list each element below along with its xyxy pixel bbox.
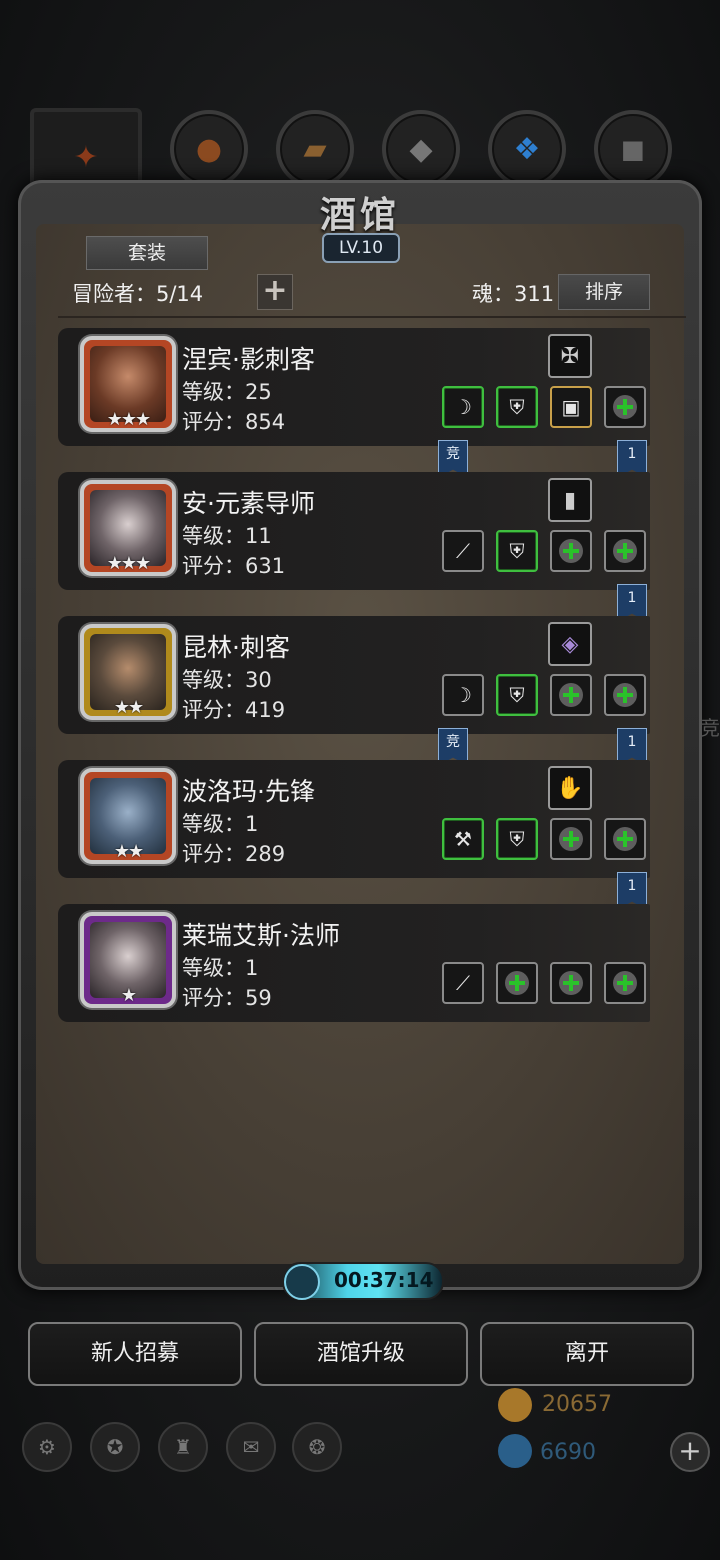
wood-plank-icon: ▰ bbox=[303, 131, 327, 167]
hero-name: 莱瑞艾斯·法师 bbox=[182, 921, 340, 950]
adventurer-count: 冒险者：5/14 bbox=[72, 282, 204, 306]
tab-leather[interactable]: ● bbox=[170, 110, 248, 188]
suit-button[interactable]: 套装 bbox=[86, 236, 208, 270]
hero-stars: ★★ bbox=[113, 841, 144, 862]
hero-name: 涅宾·影刺客 bbox=[182, 345, 315, 374]
weapon-curved-blade-icon[interactable]: ☽ bbox=[442, 386, 484, 428]
leave-button[interactable]: 离开 bbox=[480, 1322, 694, 1386]
gold-coin-icon bbox=[498, 1388, 532, 1422]
hero-card[interactable]: ★★ 昆林·刺客 等级：30 评分：419 ◈ ☽ ⛨ bbox=[58, 616, 650, 734]
tab-stone[interactable]: ◼ bbox=[594, 110, 672, 188]
gold-amount: 20657 bbox=[542, 1392, 612, 1417]
divider bbox=[58, 316, 686, 318]
empty-slot-add-icon[interactable] bbox=[604, 962, 646, 1004]
hero-name: 安·元素导师 bbox=[182, 489, 315, 518]
hero-name: 波洛玛·先锋 bbox=[182, 777, 315, 806]
refresh-timer: 00:37:14 bbox=[282, 1262, 444, 1300]
hero-stars: ★★★ bbox=[106, 409, 151, 430]
weapon-curved-blade-icon[interactable]: ☽ bbox=[442, 674, 484, 716]
leather-armor-icon[interactable]: ⛨ bbox=[496, 818, 538, 860]
skill-crest-icon[interactable]: ✠ bbox=[548, 334, 592, 378]
hero-portrait[interactable]: ★ bbox=[80, 912, 176, 1008]
iron-ingot-icon: ◆ bbox=[409, 131, 433, 167]
settings-gear-icon[interactable]: ⚙ bbox=[22, 1422, 72, 1472]
hero-level: 等级：30 bbox=[182, 668, 272, 692]
stone-icon: ◼ bbox=[620, 131, 646, 167]
armor-icon[interactable]: ⛨ bbox=[496, 386, 538, 428]
clock-icon bbox=[284, 1264, 320, 1300]
gem-icon bbox=[498, 1434, 532, 1468]
soul-count: 魂：311 bbox=[472, 282, 555, 306]
shop-icon[interactable]: ❂ bbox=[292, 1422, 342, 1472]
hero-card[interactable]: ★★ 波洛玛·先锋 等级：1 评分：289 ✋ ⚒ ⛨ bbox=[58, 760, 650, 878]
gem-crystal-icon[interactable]: ◈ bbox=[548, 622, 592, 666]
hero-name: 昆林·刺客 bbox=[182, 633, 290, 662]
hero-card[interactable]: ★★★ 安·元素导师 等级：11 评分：631 ▮ ⟋ ⛨ bbox=[58, 472, 650, 590]
chest-accessory-icon[interactable]: ▣ bbox=[550, 386, 592, 428]
hero-score: 评分：631 bbox=[182, 554, 286, 578]
timer-text: 00:37:14 bbox=[334, 1268, 434, 1292]
empty-slot-add-icon[interactable] bbox=[550, 530, 592, 572]
hero-score: 评分：59 bbox=[182, 986, 272, 1010]
empty-slot-add-icon[interactable] bbox=[604, 386, 646, 428]
sort-button[interactable]: 排序 bbox=[558, 274, 650, 310]
equipment-row: ⟋ ⛨ bbox=[442, 530, 648, 574]
equipment-row: ☽ ⛨ ▣ bbox=[442, 386, 648, 430]
hero-portrait[interactable]: ★★ bbox=[80, 624, 176, 720]
hero-score: 评分：419 bbox=[182, 698, 286, 722]
hero-stars: ★★ bbox=[113, 697, 144, 718]
guild-icon[interactable]: ♜ bbox=[158, 1422, 208, 1472]
staff-empty-icon[interactable]: ⟋ bbox=[442, 962, 484, 1004]
hero-portrait[interactable]: ★★ bbox=[80, 768, 176, 864]
hero-stars: ★★★ bbox=[106, 553, 151, 574]
leather-icon: ● bbox=[195, 131, 223, 167]
tab-crystal[interactable]: ❖ bbox=[488, 110, 566, 188]
hero-level: 等级：25 bbox=[182, 380, 272, 404]
staff-empty-icon[interactable]: ⟋ bbox=[442, 530, 484, 572]
hero-portrait[interactable]: ★★★ bbox=[80, 480, 176, 576]
equipment-row: ⟋ bbox=[442, 962, 648, 1006]
armor-empty-add-icon[interactable] bbox=[496, 962, 538, 1004]
hero-level: 等级：1 bbox=[182, 812, 259, 836]
side-arena-label: 竞 bbox=[700, 716, 720, 740]
empty-slot-add-icon[interactable] bbox=[604, 674, 646, 716]
gem-amount: 6690 bbox=[540, 1440, 596, 1465]
mail-icon[interactable]: ✉ bbox=[226, 1422, 276, 1472]
hero-card[interactable]: ★★★ 涅宾·影刺客 等级：25 评分：854 ✠ ☽ ⛨ ▣ bbox=[58, 328, 650, 446]
axe-icon[interactable]: ⚒ bbox=[442, 818, 484, 860]
tab-iron[interactable]: ◆ bbox=[382, 110, 460, 188]
empty-slot-add-icon[interactable] bbox=[550, 962, 592, 1004]
hero-level: 等级：1 bbox=[182, 956, 259, 980]
recruit-button[interactable]: 新人招募 bbox=[28, 1322, 242, 1386]
add-slot-button[interactable]: + bbox=[257, 274, 293, 310]
tab-wood[interactable]: ▰ bbox=[276, 110, 354, 188]
leather-armor-icon[interactable]: ⛨ bbox=[496, 674, 538, 716]
gauntlet-icon[interactable]: ✋ bbox=[548, 766, 592, 810]
tavern-level-badge: LV.10 bbox=[322, 233, 400, 263]
page-title: 酒馆 bbox=[319, 194, 400, 236]
top-tab-bar: ✦ ● ▰ ◆ ❖ ◼ bbox=[0, 108, 720, 206]
hero-stars: ★ bbox=[120, 985, 137, 1006]
hero-score: 评分：854 bbox=[182, 410, 286, 434]
hero-level: 等级：11 bbox=[182, 524, 272, 548]
hero-card[interactable]: ★ 莱瑞艾斯·法师 等级：1 评分：59 ⟋ bbox=[58, 904, 650, 1022]
empty-slot-add-icon[interactable] bbox=[604, 818, 646, 860]
hero-score: 评分：289 bbox=[182, 842, 286, 866]
achievement-icon[interactable]: ✪ bbox=[90, 1422, 140, 1472]
hero-portrait[interactable]: ★★★ bbox=[80, 336, 176, 432]
spell-book-icon[interactable]: ▮ bbox=[548, 478, 592, 522]
add-currency-button[interactable]: + bbox=[670, 1432, 710, 1472]
upgrade-tavern-button[interactable]: 酒馆升级 bbox=[254, 1322, 468, 1386]
crystal-icon: ❖ bbox=[513, 131, 541, 167]
empty-slot-add-icon[interactable] bbox=[550, 818, 592, 860]
empty-slot-add-icon[interactable] bbox=[550, 674, 592, 716]
equipment-row: ⚒ ⛨ bbox=[442, 818, 648, 862]
armor-icon[interactable]: ⛨ bbox=[496, 530, 538, 572]
empty-slot-add-icon[interactable] bbox=[604, 530, 646, 572]
equipment-row: ☽ ⛨ bbox=[442, 674, 648, 718]
